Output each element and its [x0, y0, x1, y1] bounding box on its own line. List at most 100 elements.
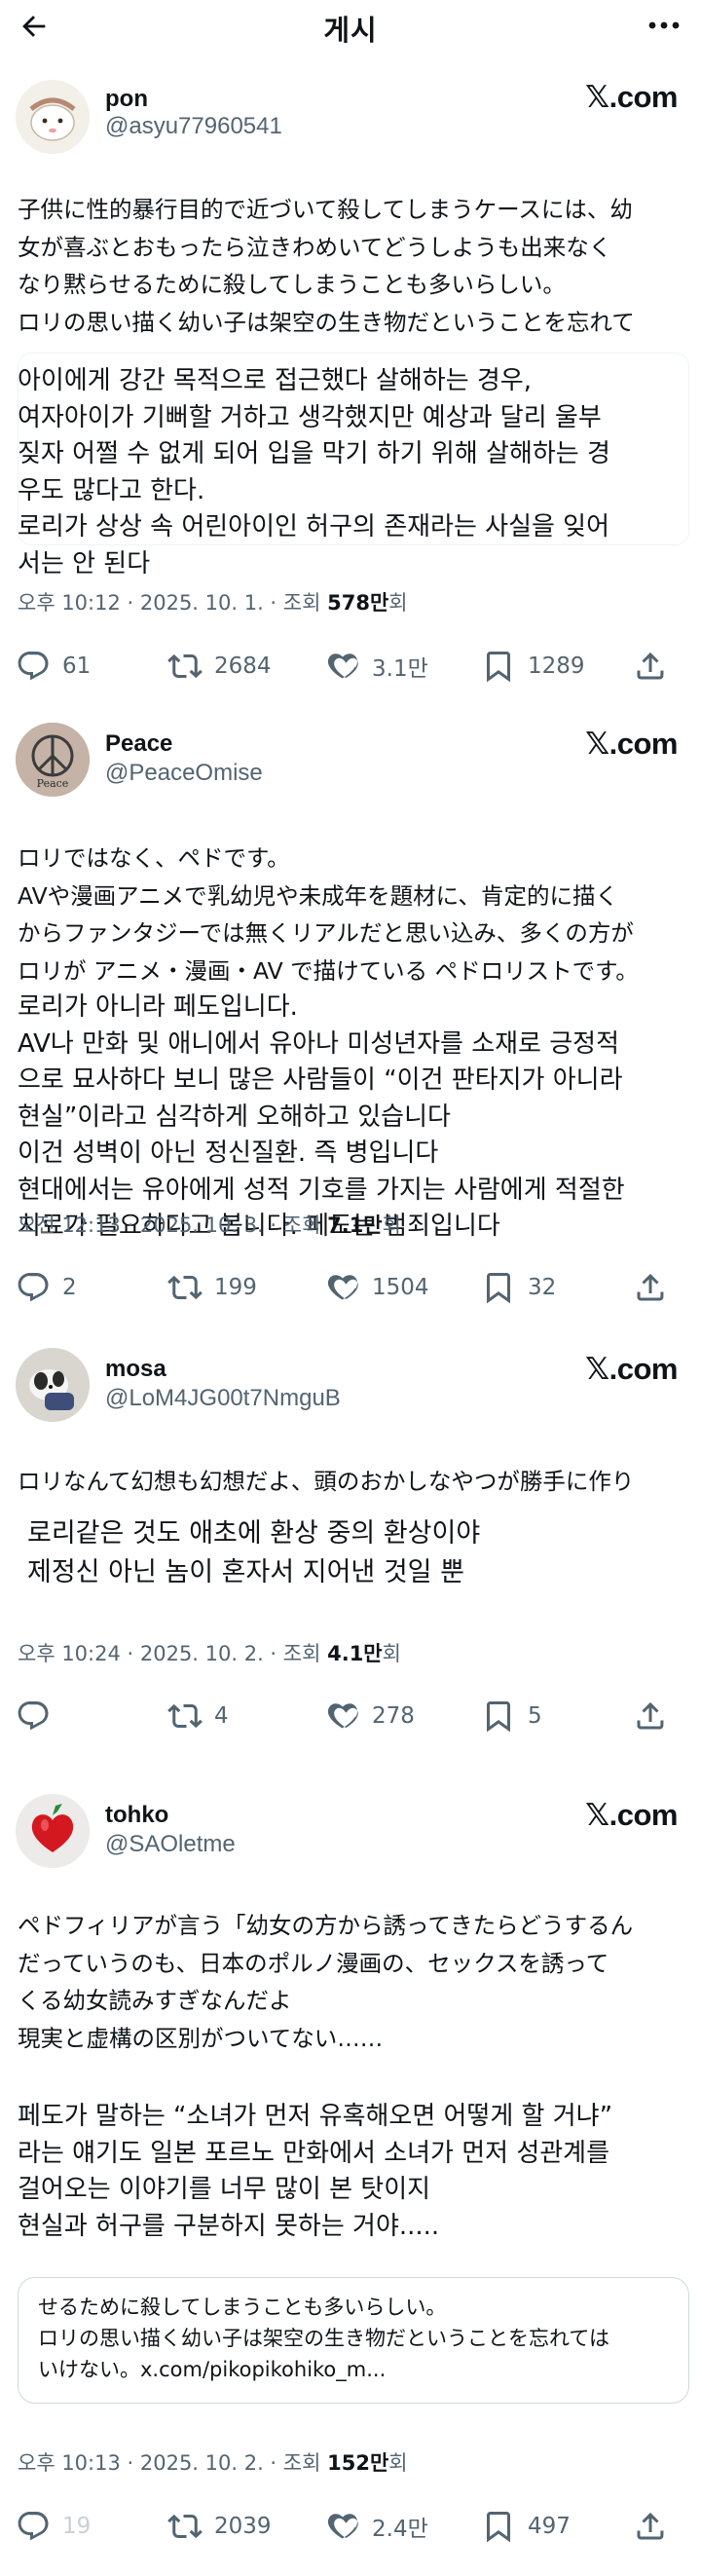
reply-button[interactable]: 2: [16, 1266, 77, 1309]
repost-button[interactable]: 4: [167, 1695, 229, 1737]
timestamp: 오전 12:13 · 2025. 10. 3. · 조회: [18, 1213, 328, 1237]
translation-text: 아이에게 강간 목적으로 접근했다 살해하는 경우, 여자아이가 기뻐할 거하고…: [18, 366, 610, 579]
reply-icon: [18, 1701, 49, 1731]
page-title: 게시: [323, 16, 378, 47]
source-label: 𝕏.com: [585, 80, 678, 114]
like-button[interactable]: 1504: [325, 1266, 429, 1309]
timestamp: 오후 10:12 · 2025. 10. 1. · 조회: [18, 591, 328, 615]
repost-icon: [167, 653, 203, 679]
share-button[interactable]: [633, 1695, 668, 1737]
translation-text: 로리가 아니라 페도입니다. AV나 만화 및 애니에서 유아나 미성년자를 소…: [18, 992, 625, 1241]
reply-icon: [18, 2512, 49, 2541]
user-handle[interactable]: @LoM4JG00t7NmguB: [105, 1385, 341, 1412]
original-text: 子供に性的暴行目的で近づいて殺してしまうケースには、幼 女が喜ぶとおもったら泣き…: [18, 196, 635, 336]
like-count: 2.4만: [372, 2517, 428, 2542]
share-button[interactable]: [633, 645, 668, 688]
view-count: 578만: [327, 591, 389, 615]
like-count: 3.1만: [372, 656, 428, 682]
reply-button[interactable]: [16, 1695, 51, 1737]
like-icon: [327, 653, 358, 679]
view-suffix: 회: [388, 591, 408, 615]
action-bar: 2 199 1504 32: [0, 1266, 701, 1309]
like-count: 1504: [372, 1275, 429, 1300]
reply-count: 61: [62, 653, 92, 679]
avatar[interactable]: Peace: [16, 723, 90, 797]
bookmark-icon: [487, 1273, 510, 1304]
bookmark-icon: [487, 1701, 510, 1733]
reply-count: 2: [62, 1275, 77, 1300]
avatar[interactable]: [16, 1348, 90, 1422]
like-count: 278: [372, 1703, 415, 1729]
username[interactable]: mosa: [105, 1356, 166, 1383]
bookmark-count: 32: [528, 1275, 557, 1300]
post-meta: 오후 10:13 · 2025. 10. 2. · 조회 152만회: [18, 2447, 408, 2477]
repost-count: 2684: [214, 653, 272, 679]
bookmark-button[interactable]: 32: [481, 1266, 556, 1309]
reply-icon: [18, 1273, 49, 1302]
view-suffix: 회: [388, 2451, 408, 2475]
repost-button[interactable]: 2684: [167, 645, 272, 688]
reply-count: 19: [62, 2514, 92, 2539]
like-icon: [327, 1275, 358, 1300]
top-bar: 게시: [0, 0, 701, 51]
repost-count: 199: [214, 1275, 257, 1300]
repost-icon: [167, 1275, 203, 1300]
user-handle[interactable]: @asyu77960541: [105, 113, 282, 140]
share-button[interactable]: [633, 1266, 668, 1309]
view-count: 4.1만: [327, 1642, 383, 1665]
repost-button[interactable]: 2039: [167, 2505, 272, 2548]
source-label: 𝕏.com: [585, 727, 678, 761]
avatar-text: Peace: [37, 777, 69, 790]
original-text: ペドフィリアが言う「幼女の方から誘ってきたらどうするん だっていうのも、日本のポ…: [18, 1912, 634, 2052]
translation-text: 로리같은 것도 애초에 환상 중의 환상이야 제정신 아닌 놈이 혼자서 지어낸…: [27, 1518, 481, 1587]
action-bar: 19 2039 2.4만 497: [0, 2505, 701, 2548]
reply-button[interactable]: 19: [16, 2505, 91, 2548]
timestamp: 오후 10:13 · 2025. 10. 2. · 조회: [18, 2451, 328, 2475]
share-icon: [637, 1701, 664, 1730]
like-icon: [327, 2514, 358, 2539]
view-suffix: 회: [382, 1213, 401, 1237]
bookmark-count: 5: [528, 1703, 542, 1729]
avatar[interactable]: [16, 1794, 90, 1868]
quoted-post[interactable]: せるために殺してしまうことも多いらしい。 ロリの思い描く幼い子は架空の生き物だと…: [18, 2277, 689, 2404]
repost-icon: [167, 2514, 203, 2539]
username[interactable]: pon: [105, 86, 148, 113]
username[interactable]: tohko: [105, 1802, 168, 1829]
bookmark-count: 1289: [528, 653, 585, 679]
share-icon: [637, 652, 664, 680]
view-suffix: 회: [382, 1642, 401, 1665]
avatar[interactable]: [16, 80, 90, 154]
share-button[interactable]: [633, 2505, 668, 2548]
original-text: ロリなんて幻想も幻想だよ、頭のおかしなやつが勝手に作り: [18, 1468, 635, 1495]
view-count: 152만: [327, 2451, 389, 2475]
like-button[interactable]: 278: [325, 1695, 415, 1737]
like-button[interactable]: 3.1만: [325, 645, 428, 688]
user-handle[interactable]: @SAOletme: [105, 1831, 236, 1858]
original-text: ロリではなく、ペドです。 AVや漫画アニメで乳幼児や未成年を題材に、肯定的に描く…: [18, 844, 639, 985]
reply-button[interactable]: 61: [16, 645, 91, 688]
repost-button[interactable]: 199: [167, 1266, 257, 1309]
post-meta: 오전 12:13 · 2025. 10. 3. · 조회 7.1만회: [18, 1210, 401, 1239]
like-button[interactable]: 2.4만: [325, 2505, 428, 2548]
action-bar: 4 278 5: [0, 1695, 701, 1737]
like-icon: [327, 1703, 358, 1729]
post-meta: 오후 10:24 · 2025. 10. 2. · 조회 4.1만회: [18, 1638, 401, 1667]
translation-text: 페도가 말하는 “소녀가 먼저 유혹해오면 어떻게 할 거냐” 라는 얘기도 일…: [18, 2102, 613, 2241]
repost-count: 4: [214, 1703, 229, 1729]
post-meta: 오후 10:12 · 2025. 10. 1. · 조회 578만회: [18, 587, 408, 616]
view-count: 7.1만: [327, 1213, 383, 1237]
bookmark-button[interactable]: 1289: [481, 645, 585, 688]
more-icon[interactable]: [645, 8, 683, 43]
source-label: 𝕏.com: [585, 1352, 678, 1386]
bookmark-count: 497: [528, 2514, 571, 2539]
share-icon: [637, 1273, 664, 1301]
timestamp: 오후 10:24 · 2025. 10. 2. · 조회: [18, 1642, 328, 1665]
reply-icon: [18, 652, 49, 681]
bookmark-button[interactable]: 497: [481, 2505, 571, 2548]
username[interactable]: Peace: [105, 730, 172, 758]
user-handle[interactable]: @PeaceOmise: [105, 760, 263, 787]
bookmark-button[interactable]: 5: [481, 1695, 542, 1737]
share-icon: [637, 2512, 664, 2540]
repost-count: 2039: [214, 2514, 272, 2539]
repost-icon: [167, 1703, 203, 1729]
